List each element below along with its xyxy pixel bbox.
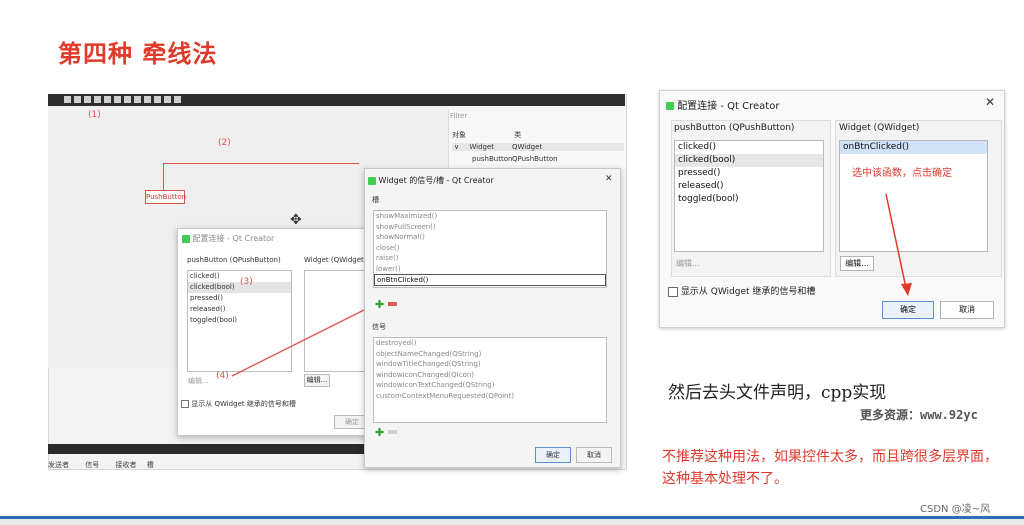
list-item[interactable]: customContextMenuRequested(QPoint) [374,391,606,402]
qt-icon [666,102,674,110]
toolbar-icon[interactable] [124,96,131,103]
add-slot-icon[interactable]: ✚ [375,298,384,311]
tree-expand-icon: ∨ [454,143,460,151]
signals-list[interactable]: destroyed() objectNameChanged(QString) w… [373,337,607,423]
list-item[interactable]: clicked() [675,141,823,154]
list-item[interactable]: raise() [374,253,606,264]
slots-cancel-button[interactable]: 取消 [576,447,612,463]
filter-input[interactable]: Filter [450,112,467,120]
list-item[interactable]: showMaximized() [374,211,606,222]
slots-dialog-title: Widget 的信号/槽 - Qt Creator [368,175,494,186]
small-show-inherited[interactable]: 显示从 QWidget 继承的信号和槽 [181,399,296,409]
signal-slot-editor-bar [48,444,365,454]
checkbox[interactable] [668,286,678,297]
toolbar-icon[interactable] [164,96,171,103]
red-arrow [885,193,912,296]
slots-label: 槽 [372,196,379,204]
col-object: 对象 [452,131,466,139]
slots-list[interactable]: showMaximized() showFullScreen() showNor… [373,210,607,288]
qt-icon [182,234,190,243]
small-left-header: pushButton (QPushButton) [187,256,281,264]
tree-row[interactable]: pushButton QPushButton [452,155,624,163]
toolbar-icon[interactable] [94,96,101,103]
connection-line [163,163,359,164]
signal-slot-columns: 发送者 信号 接收者 槽 [48,461,154,469]
small-edit-left[interactable]: 编辑... [188,376,209,386]
toolbar-icon[interactable] [64,96,71,103]
note-warning: 不推荐这种用法，如果控件太多，而且跨很多层界面，这种基本处理不了。 [662,449,998,487]
list-item[interactable]: showNormal() [374,232,606,243]
note-resource: 更多资源：www.92yc [860,408,978,422]
signals-label: 信号 [372,323,386,331]
config-ok-button[interactable]: 确定 [882,301,934,319]
list-item[interactable]: lower() [374,264,606,275]
push-button[interactable]: PushButton [145,190,186,204]
list-item[interactable]: destroyed() [374,338,606,349]
list-item[interactable]: close() [374,243,606,254]
toolbar-icon[interactable] [134,96,141,103]
close-icon[interactable]: ✕ [985,95,995,109]
tree-row[interactable]: ∨ Widget QWidget [452,143,624,151]
note-header-impl: 然后去头文件声明，cpp实现 [668,383,887,403]
designer-toolbar [48,94,625,106]
connection-line [163,163,164,191]
list-item[interactable]: clicked(bool) [675,154,823,167]
list-item[interactable]: windowTitleChanged(QString) [374,359,606,370]
config-right-header: Widget (QWidget) [839,123,920,133]
config-left-header: pushButton (QPushButton) [674,123,795,133]
list-item[interactable]: showFullScreen() [374,222,606,233]
remove-slot-icon[interactable] [388,302,397,306]
col-class: 类 [514,131,522,139]
small-dialog-title: 配置连接 - Qt Creator [182,233,274,244]
remove-signal-icon[interactable] [388,430,397,434]
toolbar-icon[interactable] [154,96,161,103]
list-item[interactable]: windowIconChanged(QIcon) [374,370,606,381]
toolbar-icon[interactable] [174,96,181,103]
checkbox[interactable] [181,400,189,408]
list-item[interactable]: toggled(bool) [675,193,823,206]
marker-3: (3) [240,277,253,287]
marker-1: (1) [88,110,101,120]
list-item[interactable]: released() [675,180,823,193]
annotation-select: 选中该函数，点击确定 [852,168,952,179]
list-item[interactable]: windowIconTextChanged(QString) [374,380,606,391]
toolbar-icon[interactable] [114,96,121,103]
toolbar-icon[interactable] [84,96,91,103]
marker-4: (4) [216,371,229,381]
csdn-watermark: CSDN @凌~风 [920,504,991,515]
list-item-selected[interactable]: onBtnClicked() [840,141,987,154]
config-edit-right[interactable]: 编辑... [840,256,874,271]
inspector-header: 对象 类 [452,130,521,140]
list-item[interactable]: pressed() [675,167,823,180]
move-cursor-icon: ✥ [290,212,302,228]
qt-icon [368,176,376,185]
list-item-selected[interactable]: onBtnClicked() [374,274,606,286]
close-icon[interactable]: ✕ [605,174,613,184]
marker-2: (2) [218,138,231,148]
footer-bg [0,519,1024,525]
config-edit-left[interactable]: 编辑... [676,258,700,269]
config-dialog-title: 配置连接 - Qt Creator [666,97,779,112]
config-cancel-button[interactable]: 取消 [940,301,994,319]
config-show-inherited[interactable]: 显示从 QWidget 继承的信号和槽 [668,284,815,297]
red-arrow [231,304,376,377]
small-right-header: Widget (QWidget) [304,256,367,264]
add-signal-icon[interactable]: ✚ [375,426,384,439]
toolbar-icon[interactable] [144,96,151,103]
toolbar-icon[interactable] [104,96,111,103]
slide-title: 第四种 牵线法 [58,39,218,68]
list-item[interactable]: objectNameChanged(QString) [374,349,606,360]
config-signal-list[interactable]: clicked() clicked(bool) pressed() releas… [674,140,824,252]
toolbar-icon[interactable] [74,96,81,103]
slots-ok-button[interactable]: 确定 [535,447,571,463]
